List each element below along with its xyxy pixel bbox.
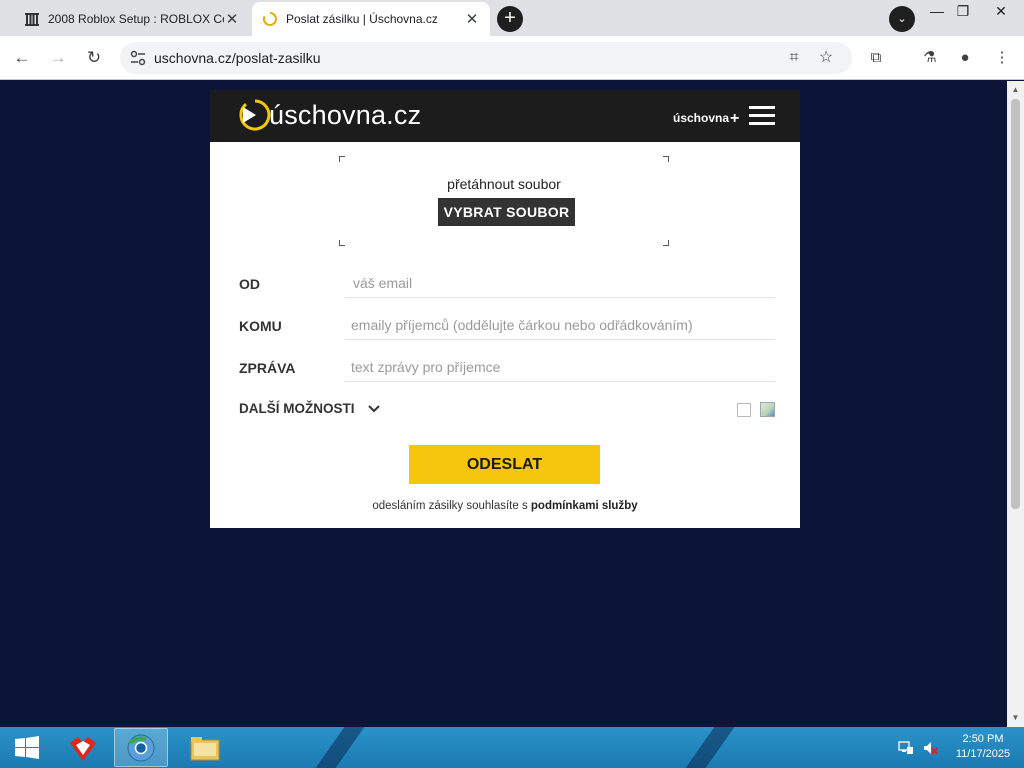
reload-icon[interactable]: ↻ (81, 45, 107, 71)
page-scrollbar[interactable]: ▲ ▼ (1007, 81, 1024, 727)
network-icon[interactable] (898, 740, 914, 756)
translate-icon[interactable]: ⌗ (784, 48, 804, 68)
new-tab-button[interactable]: + (497, 6, 523, 32)
to-label: KOMU (239, 318, 282, 334)
system-clock[interactable]: 2:50 PM 11/17/2025 (950, 732, 1016, 762)
uschovna-plus-link[interactable]: úschovna+ (673, 109, 739, 127)
recipients-input[interactable] (345, 310, 775, 340)
roblox-studio-icon[interactable] (56, 728, 110, 767)
terms-link[interactable]: podmínkami služby (531, 500, 638, 512)
dropzone-corner (339, 156, 345, 162)
file-explorer-icon[interactable] (178, 728, 232, 767)
tab-title: 2008 Roblox Setup : ROBLOX Co (48, 12, 225, 26)
forward-arrow-icon[interactable]: → (45, 45, 71, 71)
start-windows-icon[interactable] (0, 728, 54, 767)
browser-toolbar: ← → ↻ uschovna.cz/poslat-zasilku ⌗ ☆ ⧉ ⚗… (0, 36, 1024, 80)
tab-title: Poslat zásilku | Úschovna.cz (286, 12, 438, 26)
message-label: ZPRÁVA (239, 360, 296, 376)
labs-flask-icon[interactable]: ⚗ (920, 48, 940, 68)
scroll-down-icon[interactable]: ▼ (1007, 711, 1024, 725)
drag-file-text: přetáhnout soubor (447, 176, 561, 192)
scroll-up-icon[interactable]: ▲ (1007, 83, 1024, 97)
taskbar-streak (685, 727, 735, 768)
site-logo[interactable]: úschovna.cz (238, 98, 421, 132)
upload-card: úschovna.cz úschovna+ přetáhnout soubor … (210, 90, 800, 528)
chrome-browser-icon[interactable] (114, 728, 168, 767)
send-button[interactable]: ODESLAT (409, 445, 600, 484)
menu-kebab-icon[interactable]: ⋮ (992, 48, 1012, 68)
tab-strip: 2008 Roblox Setup : ROBLOX Co ✕ Poslat z… (0, 0, 1024, 36)
restore-icon[interactable]: ❐ (946, 0, 980, 24)
dropzone-corner (339, 240, 345, 246)
logo-text: úschovna.cz (269, 99, 422, 130)
message-input[interactable] (345, 352, 775, 382)
back-arrow-icon[interactable]: ← (9, 45, 35, 71)
loading-spinner-icon (263, 12, 277, 26)
archive-icon (25, 13, 39, 26)
site-settings-icon[interactable] (128, 48, 148, 68)
scroll-thumb[interactable] (1011, 99, 1020, 509)
choose-file-button[interactable]: VYBRAT SOUBOR (438, 198, 575, 226)
taskbar-streak (315, 727, 365, 768)
address-bar[interactable]: uschovna.cz/poslat-zasilku ⌗ ☆ (120, 42, 852, 74)
site-header: úschovna.cz úschovna+ (210, 90, 800, 142)
terms-text: odesláním zásilky souhlasíte s podmínkam… (210, 500, 800, 512)
url-text: uschovna.cz/poslat-zasilku (154, 50, 321, 66)
volume-muted-icon[interactable] (922, 740, 938, 756)
broken-image-icon (760, 402, 775, 417)
window-close-icon[interactable]: ✕ (984, 0, 1018, 24)
dropzone-corner (663, 156, 669, 162)
clock-time: 2:50 PM (962, 733, 1004, 745)
bookmark-star-icon[interactable]: ☆ (816, 48, 836, 68)
option-checkbox[interactable] (737, 403, 751, 417)
dropzone-corner (663, 240, 669, 246)
extensions-icon[interactable]: ⧉ (866, 48, 886, 68)
to-row: KOMU (239, 304, 776, 346)
file-drop-zone[interactable]: přetáhnout soubor VYBRAT SOUBOR (339, 156, 669, 246)
more-options-toggle[interactable]: DALŠÍ MOŽNOSTI (239, 401, 381, 416)
play-logo-icon (239, 99, 271, 131)
tab-search-chevron-icon[interactable]: ⌄ (889, 6, 915, 32)
more-options-label: DALŠÍ MOŽNOSTI (239, 401, 355, 416)
terms-prefix: odesláním zásilky souhlasíte s (372, 500, 528, 512)
tab-close-icon[interactable]: ✕ (224, 10, 240, 28)
plus-symbol: + (730, 110, 740, 127)
tab-roblox-setup[interactable]: 2008 Roblox Setup : ROBLOX Co ✕ (14, 2, 250, 36)
tab-close-icon[interactable]: ✕ (464, 10, 480, 28)
hamburger-menu-icon[interactable] (749, 106, 775, 126)
plus-link-label: úschovna (673, 111, 730, 125)
from-row: OD (239, 262, 776, 304)
from-label: OD (239, 276, 260, 292)
from-email-input[interactable] (345, 268, 775, 298)
clock-date: 11/17/2025 (955, 748, 1011, 760)
chevron-down-icon (367, 404, 380, 412)
windows-taskbar: 2:50 PM 11/17/2025 (0, 727, 1024, 768)
message-row: ZPRÁVA (239, 346, 776, 388)
profile-icon[interactable]: ● (955, 48, 975, 68)
tab-poslat-zasilku[interactable]: Poslat zásilku | Úschovna.cz ✕ (252, 2, 490, 36)
